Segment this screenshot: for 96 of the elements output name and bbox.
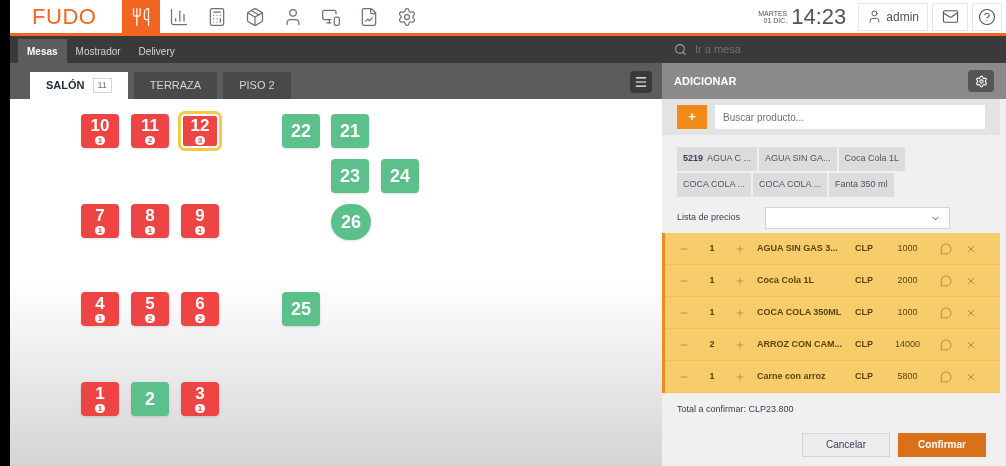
help-button[interactable] [972, 2, 1002, 31]
table-count-badge: 11 [92, 77, 112, 94]
guest-count-badge: 2 [144, 314, 156, 323]
table-button[interactable]: 5 2 [131, 292, 169, 326]
utensils-icon[interactable] [122, 0, 160, 33]
product-search-field[interactable]: Buscar producto... [715, 105, 985, 129]
quantity-value: 1 [708, 273, 716, 287]
currency-label: CLP [855, 369, 874, 383]
confirm-button[interactable]: Confirmar [898, 432, 986, 457]
table-button[interactable]: 4 1 [81, 292, 119, 326]
quick-product-button[interactable]: Fanta 350 ml [829, 173, 894, 197]
plus-icon [735, 339, 745, 350]
menu-button[interactable] [630, 71, 652, 93]
currency-label: CLP [855, 273, 874, 287]
quantity-value: 1 [708, 305, 716, 319]
quick-product-button[interactable]: COCA COLA ... [677, 173, 752, 197]
room-tab[interactable]: SALÓN 11 [30, 72, 128, 99]
table-button[interactable]: 9 1 [181, 204, 219, 238]
quick-product-button[interactable]: COCA COLA ... [753, 173, 828, 197]
cancel-button[interactable]: Cancelar [802, 432, 890, 457]
quick-product-button[interactable]: 5219 AGUA C ... [677, 147, 758, 171]
settings-icon [974, 74, 988, 88]
quick-product-button[interactable]: AGUA SIN GA... [759, 147, 837, 171]
comment-icon[interactable] [940, 274, 952, 287]
fudo-logo: FUDO [32, 3, 98, 31]
comment-icon[interactable] [940, 242, 952, 255]
table-search-input[interactable]: Ir a mesa [695, 41, 994, 58]
user-icon [867, 9, 883, 24]
plus-icon [735, 307, 745, 318]
quantity-value: 1 [708, 241, 716, 255]
order-total: Total a confirmar: CLP23.800 [676, 403, 795, 416]
table-button[interactable]: 10 1 [81, 114, 119, 148]
mail-icon [941, 8, 959, 25]
currency-label: CLP [855, 241, 874, 255]
table-button[interactable]: 7 1 [81, 204, 119, 238]
product-name: AGUA SIN GAS 3... [757, 241, 839, 255]
menu-icon [634, 75, 648, 89]
table-button[interactable]: 11 2 [131, 114, 169, 148]
product-name: Coca Cola 1L [757, 273, 815, 287]
comment-icon[interactable] [940, 370, 952, 383]
help-icon [978, 7, 996, 26]
plus-icon [735, 275, 745, 286]
add-product-button[interactable]: + [677, 105, 707, 129]
search-icon [674, 43, 687, 56]
quantity-value: 2 [708, 337, 716, 351]
comment-icon[interactable] [940, 306, 952, 319]
price-list-label: Lista de precios [677, 211, 742, 225]
table-button[interactable]: 12 3 [181, 114, 219, 148]
price-value: 14000 [894, 337, 921, 351]
guest-count-badge: 1 [194, 226, 206, 235]
guest-count-badge: 1 [94, 226, 106, 235]
mode-tab[interactable]: Mesas [18, 39, 67, 63]
table-button[interactable]: 8 1 [131, 204, 169, 238]
price-value: 5800 [896, 369, 919, 383]
mail-button[interactable] [932, 2, 968, 31]
guest-count-badge: 1 [194, 404, 206, 413]
mode-tab[interactable]: Delivery [129, 39, 184, 63]
guest-count-badge: 1 [94, 404, 106, 413]
product-name: ARROZ CON CAM... [757, 337, 843, 351]
table-button[interactable]: 1 1 [81, 382, 119, 416]
room-tab[interactable]: TERRAZA [133, 72, 218, 99]
product-name: COCA COLA 350ML [757, 305, 843, 319]
price-value: 2000 [896, 273, 919, 287]
table-button[interactable]: 2 [131, 382, 169, 416]
comment-icon[interactable] [940, 338, 952, 351]
user-button[interactable]: admin [858, 2, 928, 31]
table-button[interactable]: 6 2 [181, 292, 219, 326]
guest-count-badge: 1 [94, 136, 106, 145]
price-value: 1000 [896, 241, 919, 255]
plus-icon [735, 243, 745, 254]
table-button[interactable]: 26 [331, 204, 371, 240]
table-search-field[interactable]: Ir a mesa [662, 36, 1006, 63]
currency-label: CLP [855, 337, 874, 351]
table-button[interactable]: 23 [331, 159, 369, 193]
table-button[interactable]: 24 [381, 159, 419, 193]
clock-time: 14:23 [791, 3, 847, 31]
guest-count-badge: 1 [144, 226, 156, 235]
mode-tab[interactable]: Mostrador [66, 39, 130, 63]
table-button[interactable]: 3 1 [181, 382, 219, 416]
guest-count-badge: 1 [94, 314, 106, 323]
panel-settings-button[interactable] [968, 70, 994, 92]
quantity-value: 1 [708, 369, 716, 383]
room-tab[interactable]: PISO 2 [223, 72, 291, 99]
product-name: Carne con arroz [757, 369, 827, 383]
quick-product-button[interactable]: Coca Cola 1L [838, 147, 906, 171]
table-button[interactable]: 25 [282, 292, 320, 326]
guest-count-badge: 3 [194, 136, 206, 145]
panel-title: ADICIONAR [674, 73, 737, 89]
table-button[interactable]: 22 [282, 114, 320, 148]
price-value: 1000 [896, 305, 919, 319]
table-button[interactable]: 21 [331, 114, 369, 148]
plus-icon [735, 371, 745, 382]
currency-label: CLP [855, 305, 874, 319]
guest-count-badge: 2 [194, 314, 206, 323]
price-list-select[interactable] [765, 207, 950, 229]
guest-count-badge: 2 [144, 136, 156, 145]
